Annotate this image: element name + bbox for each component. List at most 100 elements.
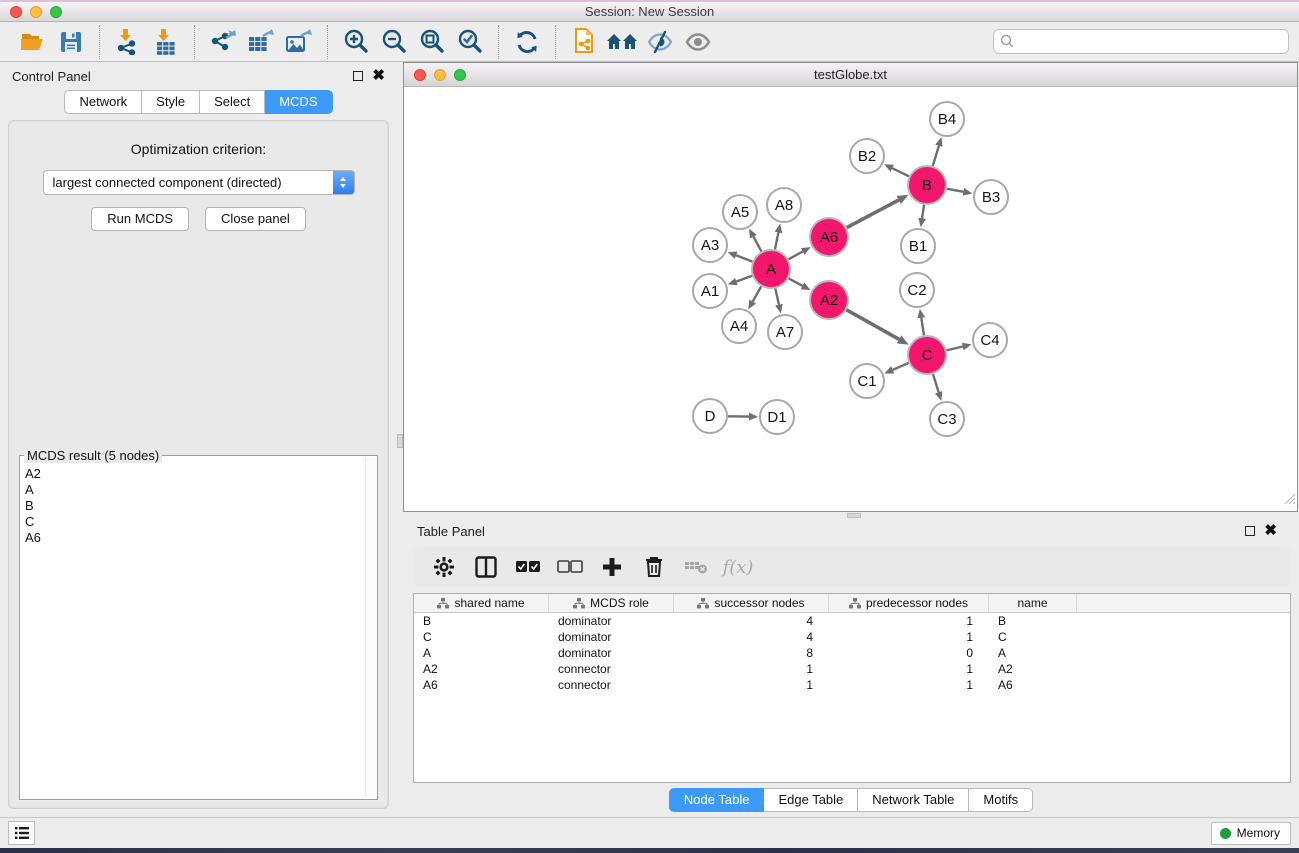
result-list-item[interactable]: A2 — [22, 466, 364, 482]
graph-edge[interactable] — [921, 318, 924, 336]
hide-network-icon[interactable] — [641, 25, 679, 59]
graph-edge[interactable] — [736, 255, 752, 261]
column-header-MCDS-role[interactable]: MCDS role — [549, 594, 674, 612]
horizontal-splitter[interactable] — [403, 512, 1299, 519]
graph-node-label: B1 — [909, 238, 927, 255]
close-table-panel-icon[interactable]: ✖ — [1264, 526, 1277, 536]
function-builder-icon[interactable]: f(x) — [721, 551, 755, 583]
graph-edge[interactable] — [736, 276, 752, 282]
graph-edge[interactable] — [933, 146, 939, 166]
graph-edge[interactable] — [789, 278, 803, 285]
table-row[interactable]: Cdominator41C — [414, 629, 1290, 645]
graph-edge[interactable] — [775, 232, 778, 249]
optimization-criterion-dropdown[interactable]: largest connected component (directed) — [43, 170, 355, 195]
graph-edge[interactable] — [789, 251, 803, 259]
table-row[interactable]: Bdominator41B — [414, 613, 1290, 629]
mcds-result-list[interactable]: A2ABCA6 — [22, 466, 364, 797]
export-image-icon[interactable] — [280, 25, 318, 59]
result-scrollbar[interactable] — [365, 457, 376, 798]
graph-edge-arrow — [775, 304, 783, 314]
column-header-name[interactable]: name — [989, 594, 1077, 612]
new-network-from-file-icon[interactable] — [565, 25, 603, 59]
export-network-icon[interactable] — [204, 25, 242, 59]
zoom-in-icon[interactable] — [337, 25, 375, 59]
graph-edge[interactable] — [847, 200, 899, 228]
tab-select[interactable]: Select — [200, 90, 265, 114]
table-body: Bdominator41BCdominator41CAdominator80AA… — [414, 613, 1290, 693]
toolbar-separator — [555, 25, 556, 59]
tab-edge-table[interactable]: Edge Table — [764, 788, 858, 812]
toolbar-separator — [327, 25, 328, 59]
graph-edge-arrow — [775, 224, 783, 234]
resize-grip-icon[interactable] — [1284, 492, 1296, 510]
table-cell: 0 — [829, 645, 989, 661]
tab-style[interactable]: Style — [142, 90, 200, 114]
table-row[interactable]: Adominator80A — [414, 645, 1290, 661]
graph-edge[interactable] — [753, 286, 762, 301]
tab-network-table[interactable]: Network Table — [858, 788, 969, 812]
float-panel-icon[interactable] — [353, 71, 363, 81]
split-panel-icon[interactable] — [469, 551, 503, 583]
tab-network[interactable]: Network — [64, 90, 142, 114]
import-network-icon[interactable] — [109, 25, 147, 59]
result-list-item[interactable]: A6 — [22, 530, 364, 546]
memory-button[interactable]: Memory — [1211, 822, 1291, 845]
table-row[interactable]: A6connector11A6 — [414, 677, 1290, 693]
zoom-selected-icon[interactable] — [451, 25, 489, 59]
open-session-icon[interactable] — [14, 25, 52, 59]
zoom-fit-icon[interactable] — [413, 25, 451, 59]
show-network-icon[interactable] — [679, 25, 717, 59]
graph-edge[interactable] — [775, 289, 779, 305]
graph-edge-arrow — [962, 343, 972, 351]
refresh-layout-icon[interactable] — [508, 25, 546, 59]
network-window-titlebar[interactable]: testGlobe.txt — [404, 63, 1297, 87]
column-header-predecessor-nodes[interactable]: predecessor nodes — [829, 594, 989, 612]
graph-edge[interactable] — [846, 310, 899, 340]
close-panel-button[interactable]: Close panel — [205, 207, 306, 231]
graph-edge[interactable] — [892, 168, 909, 176]
select-all-icon[interactable] — [511, 551, 545, 583]
graph-node-label: C4 — [980, 332, 999, 349]
result-list-item[interactable]: A — [22, 482, 364, 498]
graph-edge[interactable] — [933, 374, 939, 392]
show-all-networks-icon[interactable] — [603, 25, 641, 59]
graph-edge[interactable] — [922, 205, 924, 219]
graph-node-label: B — [922, 177, 932, 194]
delete-column-icon[interactable] — [637, 551, 671, 583]
float-table-panel-icon[interactable] — [1245, 526, 1255, 536]
zoom-out-icon[interactable] — [375, 25, 413, 59]
table-header-row: shared nameMCDS rolesuccessor nodesprede… — [414, 594, 1290, 613]
optimization-criterion-label: Optimization criterion: — [9, 141, 388, 157]
tab-mcds[interactable]: MCDS — [265, 90, 332, 114]
tab-node-table[interactable]: Node Table — [669, 788, 765, 812]
search-input[interactable] — [993, 29, 1289, 54]
save-session-icon[interactable] — [52, 25, 90, 59]
graph-edge-arrow — [963, 188, 973, 196]
result-list-item[interactable]: C — [22, 514, 364, 530]
table-settings-icon[interactable] — [427, 551, 461, 583]
column-header-successor-nodes[interactable]: successor nodes — [674, 594, 829, 612]
close-panel-icon[interactable]: ✖ — [372, 71, 385, 81]
graph-edge[interactable] — [947, 189, 964, 192]
tab-motifs[interactable]: Motifs — [969, 788, 1033, 812]
graph-node-label: A5 — [731, 204, 749, 221]
graph-edge[interactable] — [946, 346, 962, 350]
graph-edge[interactable] — [893, 363, 909, 370]
table-cell: connector — [549, 677, 674, 693]
network-canvas[interactable]: B4B2BB3A5A8A6A3B1AA1C2A2A4A7C4CC1C3DD1 — [404, 87, 1297, 511]
table-cell: A6 — [989, 677, 1077, 693]
run-mcds-button[interactable]: Run MCDS — [91, 207, 189, 231]
delete-table-icon[interactable] — [679, 551, 713, 583]
add-column-icon[interactable] — [595, 551, 629, 583]
graph-node-label: C3 — [937, 411, 956, 428]
export-table-icon[interactable] — [242, 25, 280, 59]
table-row[interactable]: A2connector11A2 — [414, 661, 1290, 677]
task-history-button[interactable] — [8, 821, 35, 845]
graph-edge[interactable] — [753, 237, 761, 252]
vertical-splitter[interactable] — [397, 62, 403, 817]
table-cell: A2 — [414, 661, 549, 677]
result-list-item[interactable]: B — [22, 498, 364, 514]
column-header-shared-name[interactable]: shared name — [414, 594, 549, 612]
import-table-icon[interactable] — [147, 25, 185, 59]
deselect-all-icon[interactable] — [553, 551, 587, 583]
